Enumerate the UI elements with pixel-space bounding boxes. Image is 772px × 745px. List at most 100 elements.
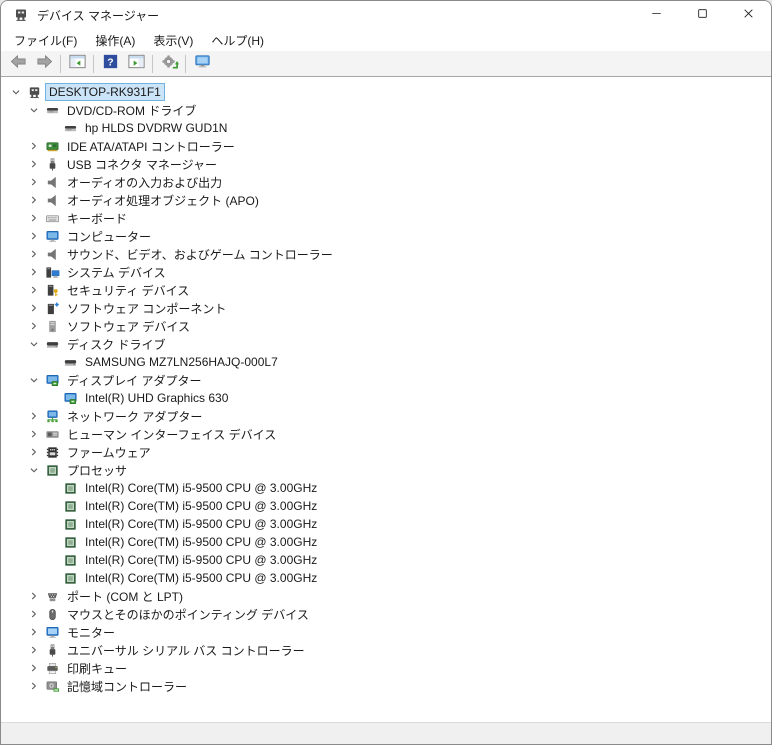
tree-item[interactable]: セキュリティ デバイス bbox=[1, 281, 771, 299]
back-button[interactable] bbox=[5, 53, 31, 75]
tree-item[interactable]: システム デバイス bbox=[1, 263, 771, 281]
tree-item[interactable]: ヒューマン インターフェイス デバイス bbox=[1, 425, 771, 443]
chevron-right-icon[interactable] bbox=[25, 210, 43, 226]
tree-item-label: 印刷キュー bbox=[67, 661, 128, 676]
tree-item[interactable]: Intel(R) Core(TM) i5-9500 CPU @ 3.00GHz bbox=[1, 533, 771, 551]
tree-item[interactable]: Intel(R) Core(TM) i5-9500 CPU @ 3.00GHz bbox=[1, 479, 771, 497]
tree-item[interactable]: ファームウェア bbox=[1, 443, 771, 461]
chevron-right-icon[interactable] bbox=[25, 192, 43, 208]
tree-item-label: Intel(R) Core(TM) i5-9500 CPU @ 3.00GHz bbox=[85, 517, 318, 531]
back-icon bbox=[9, 52, 28, 76]
tree-item[interactable]: オーディオ処理オブジェクト (APO) bbox=[1, 191, 771, 209]
tree-item-label: ポート (COM と LPT) bbox=[67, 589, 183, 604]
scan-hardware-changes-button[interactable] bbox=[156, 53, 182, 75]
tree-item[interactable]: マウスとそのほかのポインティング デバイス bbox=[1, 605, 771, 623]
chevron-right-icon[interactable] bbox=[25, 300, 43, 316]
tree-item-label: SAMSUNG MZ7LN256HAJQ-000L7 bbox=[85, 355, 278, 369]
remote-computer-button[interactable] bbox=[189, 53, 215, 75]
help-button[interactable]: ? bbox=[97, 53, 123, 75]
tree-item[interactable]: ポート (COM と LPT) bbox=[1, 587, 771, 605]
menu-item-file[interactable]: ファイル(F) bbox=[5, 30, 86, 51]
tree-item-label: サウンド、ビデオ、およびゲーム コントローラー bbox=[67, 247, 333, 262]
maximize-button[interactable] bbox=[679, 1, 725, 29]
chevron-right-icon[interactable] bbox=[25, 606, 43, 622]
tree-item[interactable]: hp HLDS DVDRW GUD1N bbox=[1, 119, 771, 137]
chevron-down-icon[interactable] bbox=[25, 336, 43, 352]
sw-component-icon bbox=[43, 300, 61, 316]
close-icon bbox=[740, 5, 757, 25]
show-console-tree-button[interactable] bbox=[64, 53, 90, 75]
tree-item-label: DVD/CD-ROM ドライブ bbox=[67, 103, 197, 118]
tree-item[interactable]: ソフトウェア コンポーネント bbox=[1, 299, 771, 317]
minimize-button[interactable] bbox=[633, 1, 679, 29]
tree-item[interactable]: Intel(R) Core(TM) i5-9500 CPU @ 3.00GHz bbox=[1, 497, 771, 515]
tree-item-label: コンピューター bbox=[67, 229, 152, 244]
chevron-right-icon[interactable] bbox=[25, 246, 43, 262]
storage-icon bbox=[43, 678, 61, 694]
tree-item-label: 記憶域コントローラー bbox=[67, 679, 188, 694]
tree-item[interactable]: ソフトウェア デバイス bbox=[1, 317, 771, 335]
show-action-pane-button[interactable] bbox=[123, 53, 149, 75]
disk-icon bbox=[43, 336, 61, 352]
tree-item[interactable]: 印刷キュー bbox=[1, 659, 771, 677]
forward-button[interactable] bbox=[31, 53, 57, 75]
chevron-down-icon[interactable] bbox=[25, 102, 43, 118]
chevron-down-icon[interactable] bbox=[25, 372, 43, 388]
tree-item[interactable]: Intel(R) Core(TM) i5-9500 CPU @ 3.00GHz bbox=[1, 515, 771, 533]
tree-item-label: セキュリティ デバイス bbox=[67, 283, 190, 298]
tree-item[interactable]: DVD/CD-ROM ドライブ bbox=[1, 101, 771, 119]
tree-item[interactable]: Intel(R) UHD Graphics 630 bbox=[1, 389, 771, 407]
chevron-right-icon[interactable] bbox=[25, 174, 43, 190]
tree-item[interactable]: プロセッサ bbox=[1, 461, 771, 479]
window-controls bbox=[633, 1, 771, 29]
tree-item[interactable]: ディスク ドライブ bbox=[1, 335, 771, 353]
tree-item[interactable]: SAMSUNG MZ7LN256HAJQ-000L7 bbox=[1, 353, 771, 371]
chevron-right-icon[interactable] bbox=[25, 408, 43, 424]
tree-item[interactable]: USB コネクタ マネージャー bbox=[1, 155, 771, 173]
chevron-right-icon[interactable] bbox=[25, 228, 43, 244]
tree-item[interactable]: サウンド、ビデオ、およびゲーム コントローラー bbox=[1, 245, 771, 263]
chevron-right-icon[interactable] bbox=[25, 426, 43, 442]
tree-item[interactable]: キーボード bbox=[1, 209, 771, 227]
close-button[interactable] bbox=[725, 1, 771, 29]
printer-icon bbox=[43, 660, 61, 676]
tree-item[interactable]: オーディオの入力および出力 bbox=[1, 173, 771, 191]
menu-item-help[interactable]: ヘルプ(H) bbox=[202, 30, 273, 51]
tree-item[interactable]: モニター bbox=[1, 623, 771, 641]
system-icon bbox=[43, 264, 61, 280]
tree-item[interactable]: ユニバーサル シリアル バス コントローラー bbox=[1, 641, 771, 659]
chevron-right-icon[interactable] bbox=[25, 660, 43, 676]
chevron-right-icon[interactable] bbox=[25, 624, 43, 640]
tree-item-label: モニター bbox=[67, 625, 116, 640]
tree-item[interactable]: コンピューター bbox=[1, 227, 771, 245]
tree-item[interactable]: 記憶域コントローラー bbox=[1, 677, 771, 695]
chevron-right-icon[interactable] bbox=[25, 264, 43, 280]
tree-item[interactable]: Intel(R) Core(TM) i5-9500 CPU @ 3.00GHz bbox=[1, 569, 771, 587]
network-icon bbox=[43, 408, 61, 424]
chevron-right-icon[interactable] bbox=[25, 588, 43, 604]
tree-item[interactable]: ネットワーク アダプター bbox=[1, 407, 771, 425]
action-pane-icon bbox=[127, 52, 146, 76]
chevron-right-icon[interactable] bbox=[25, 642, 43, 658]
tree-item[interactable]: IDE ATA/ATAPI コントローラー bbox=[1, 137, 771, 155]
chevron-right-icon[interactable] bbox=[25, 444, 43, 460]
chevron-right-icon[interactable] bbox=[25, 678, 43, 694]
tree-item-label: マウスとそのほかのポインティング デバイス bbox=[67, 607, 309, 622]
computer-icon bbox=[43, 228, 61, 244]
menu-item-action[interactable]: 操作(A) bbox=[86, 30, 144, 51]
chevron-right-icon[interactable] bbox=[25, 282, 43, 298]
tree-item[interactable]: ディスプレイ アダプター bbox=[1, 371, 771, 389]
tree-item-label: ディスク ドライブ bbox=[67, 337, 166, 352]
chevron-right-icon[interactable] bbox=[25, 318, 43, 334]
tree-item[interactable]: DESKTOP-RK931F1 bbox=[1, 83, 771, 101]
chevron-right-icon[interactable] bbox=[25, 138, 43, 154]
chevron-down-icon[interactable] bbox=[7, 84, 25, 100]
tree-item[interactable]: Intel(R) Core(TM) i5-9500 CPU @ 3.00GHz bbox=[1, 551, 771, 569]
chevron-right-icon[interactable] bbox=[25, 156, 43, 172]
chevron-down-icon[interactable] bbox=[25, 462, 43, 478]
display-icon bbox=[61, 390, 79, 406]
menu-item-view[interactable]: 表示(V) bbox=[144, 30, 202, 51]
